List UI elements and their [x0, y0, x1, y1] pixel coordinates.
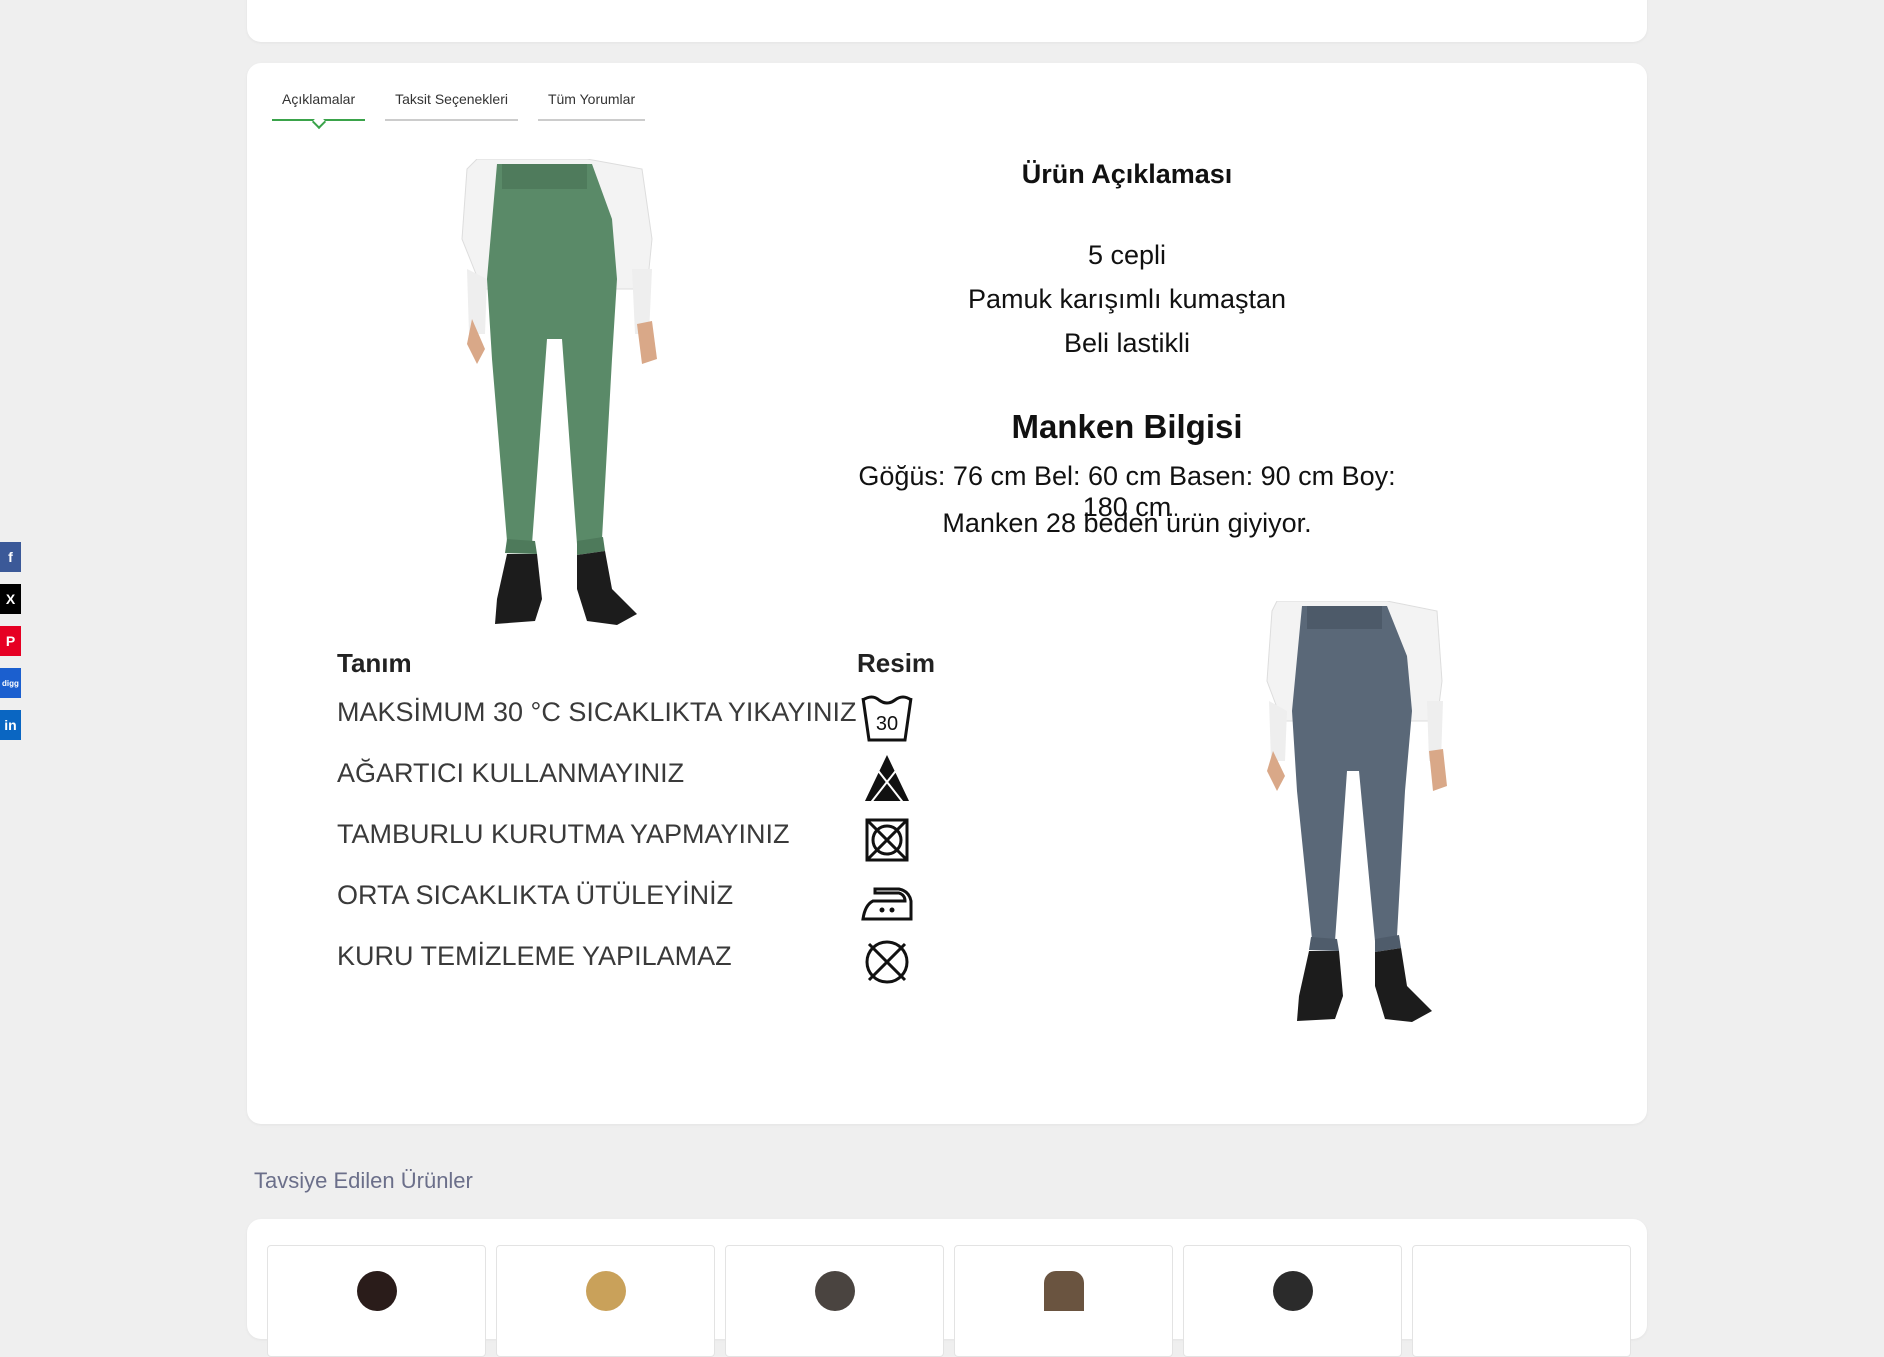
care-row: ORTA SICAKLIKTA ÜTÜLEYİNİZ [337, 875, 913, 936]
tab-bar: Açıklamalar Taksit Seçenekleri Tüm Yorum… [272, 89, 646, 121]
no-bleach-icon [859, 751, 915, 806]
recommended-product[interactable] [1183, 1245, 1402, 1357]
care-table-header: Tanım Resim [337, 648, 935, 692]
model-info-title: Manken Bilgisi [1011, 408, 1243, 445]
care-row: AĞARTICI KULLANMAYINIZ [337, 753, 909, 814]
wash-30-icon: 30 [859, 690, 915, 742]
recommended-product[interactable] [954, 1245, 1173, 1357]
model-size: Manken 28 beden ürün giyiyor. [942, 508, 1312, 538]
top-card [247, 0, 1647, 42]
recommended-product[interactable] [496, 1245, 715, 1357]
care-header-icon: Resim [857, 648, 936, 678]
care-row-text: AĞARTICI KULLANMAYINIZ [337, 758, 685, 788]
recommended-list [267, 1245, 1631, 1357]
care-row-text: ORTA SICAKLIKTA ÜTÜLEYİNİZ [337, 880, 734, 910]
description-title: Ürün Açıklaması [1021, 159, 1233, 189]
linkedin-share-icon[interactable]: in [0, 710, 21, 740]
tab-all-reviews[interactable]: Tüm Yorumlar [537, 89, 646, 121]
product-detail-card: Açıklamalar Taksit Seçenekleri Tüm Yorum… [247, 63, 1647, 1124]
care-header-label: Tanım [337, 648, 412, 678]
recommended-product[interactable] [1412, 1245, 1631, 1357]
care-row-text: KURU TEMİZLEME YAPILAMAZ [337, 941, 732, 971]
product-image-grey [1247, 601, 1487, 1031]
care-instructions-table: Tanım Resim MAKSİMUM 30 °C SICAKLIKTA YI… [337, 648, 935, 997]
no-dry-clean-icon [859, 934, 915, 984]
facebook-share-icon[interactable]: f [0, 542, 21, 572]
recommended-products-card [247, 1219, 1647, 1357]
wash-temp-label: 30 [876, 713, 898, 735]
recommended-product[interactable] [267, 1245, 486, 1357]
tab-installments[interactable]: Taksit Seçenekleri [385, 89, 518, 121]
description-line: Pamuk karışımlı kumaştan [967, 284, 1287, 314]
care-row-text: MAKSİMUM 30 °C SICAKLIKTA YIKAYINIZ [337, 697, 857, 727]
product-image-green [437, 159, 697, 629]
pinterest-share-icon[interactable]: P [0, 626, 21, 656]
no-tumble-dry-icon [859, 812, 915, 862]
recommended-product[interactable] [725, 1245, 944, 1357]
care-row-text: TAMBURLU KURUTMA YAPMAYINIZ [337, 819, 790, 849]
care-row: KURU TEMİZLEME YAPILAMAZ [337, 936, 909, 997]
recommended-products-title: Tavsiye Edilen Ürünler [254, 1168, 473, 1193]
iron-medium-icon [859, 873, 915, 921]
care-row: MAKSİMUM 30 °C SICAKLIKTA YIKAYINIZ 30 [337, 692, 913, 753]
digg-share-icon[interactable]: digg [0, 668, 21, 698]
x-share-icon[interactable]: X [0, 584, 21, 614]
care-row: TAMBURLU KURUTMA YAPMAYINIZ [337, 814, 909, 875]
tab-descriptions[interactable]: Açıklamalar [272, 89, 366, 121]
social-share-bar: f X P digg in [0, 542, 21, 752]
description-lines: 5 cepli Pamuk karışımlı kumaştan Beli la… [837, 233, 1417, 365]
description-line: Beli lastikli [1063, 328, 1191, 358]
description-line: 5 cepli [1087, 240, 1167, 270]
